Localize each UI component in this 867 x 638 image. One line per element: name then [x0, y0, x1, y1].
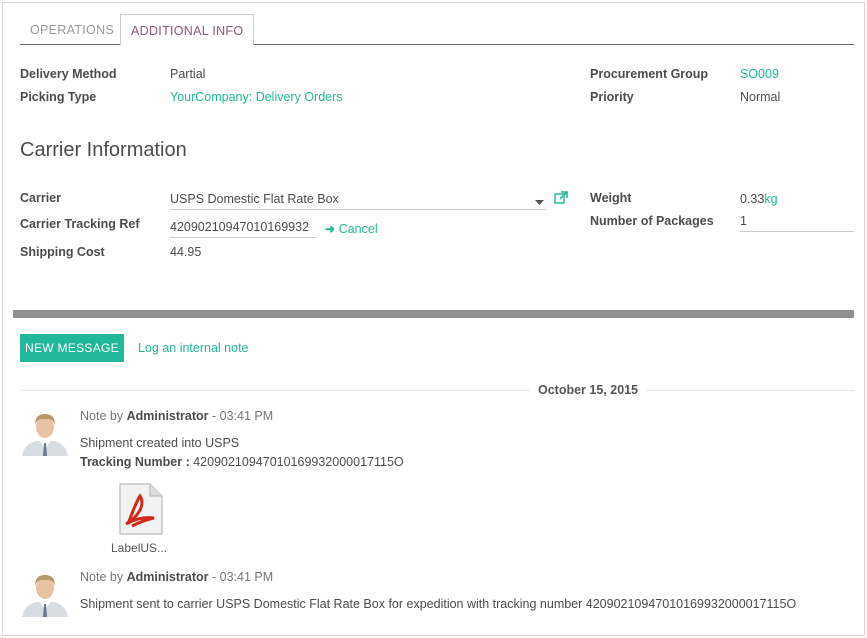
carrier-select-value: USPS Domestic Flat Rate Box [170, 192, 339, 206]
tab-additional-info[interactable]: ADDITIONAL INFO [120, 14, 255, 46]
tracking-ref-label: Carrier Tracking Ref [20, 217, 140, 231]
new-message-button[interactable]: NEW MESSAGE [20, 334, 124, 362]
weight-value: 0.33 [740, 192, 765, 206]
message-time: - 03:41 PM [212, 409, 274, 423]
message-author[interactable]: Administrator [127, 409, 209, 423]
packages-label: Number of Packages [590, 214, 714, 228]
procurement-group-link[interactable]: SO009 [740, 67, 779, 81]
message-meta: Note by Administrator - 03:41 PM [80, 570, 273, 584]
external-link-icon[interactable] [554, 191, 568, 207]
delivery-method-label: Delivery Method [20, 67, 117, 81]
tab-operations[interactable]: OPERATIONS [20, 14, 124, 44]
picking-type-link[interactable]: YourCompany: Delivery Orders [170, 90, 343, 104]
delivery-method-value: Partial [170, 67, 206, 81]
tracking-number-label: Tracking Number : [80, 455, 190, 469]
carrier-section-title: Carrier Information [20, 139, 187, 161]
date-label: October 15, 2015 [530, 383, 647, 397]
message-author[interactable]: Administrator [127, 570, 209, 584]
avatar [20, 569, 70, 617]
cancel-tracking-button[interactable]: ➜ Cancel [325, 221, 378, 236]
carrier-label: Carrier [20, 191, 61, 205]
shipping-cost-value: 44.95 [170, 245, 202, 259]
message-time: - 03:41 PM [212, 570, 274, 584]
attachment-name[interactable]: LabelUS... [111, 541, 167, 555]
weight-label: Weight [590, 191, 632, 205]
priority-value: Normal [740, 90, 781, 104]
carrier-select[interactable]: USPS Domestic Flat Rate Box [170, 191, 546, 210]
message-prefix: Note by [80, 570, 124, 584]
message-body-line: Shipment created into USPS [80, 436, 240, 450]
tracking-ref-value: 42090210947010169932 [170, 220, 316, 238]
arrow-right-icon: ➜ [325, 222, 336, 236]
avatar [20, 408, 70, 456]
packages-input[interactable]: 1 [740, 214, 854, 232]
date-divider [20, 390, 854, 391]
chevron-down-icon [535, 194, 544, 209]
message-body-line: Shipment sent to carrier USPS Domestic F… [80, 597, 797, 611]
log-note-link[interactable]: Log an internal note [138, 341, 249, 355]
pdf-attachment[interactable] [118, 482, 163, 535]
priority-label: Priority [590, 90, 634, 104]
cancel-label: Cancel [338, 222, 378, 236]
message-meta: Note by Administrator - 03:41 PM [80, 409, 273, 423]
pdf-file-icon [119, 483, 163, 535]
chatter-separator [13, 310, 854, 318]
procurement-group-label: Procurement Group [590, 67, 709, 81]
tracking-number-value: 42090210947010169932000017115O [189, 455, 404, 469]
notebook-tabs: OPERATIONS ADDITIONAL INFO [20, 14, 854, 46]
weight-unit[interactable]: kg [764, 192, 777, 206]
shipping-cost-label: Shipping Cost [20, 245, 105, 259]
message-prefix: Note by [80, 409, 124, 423]
weight-field: 0.33kg [740, 191, 778, 206]
message-tracking-line: Tracking Number : 4209021094701016993200… [80, 455, 404, 469]
picking-type-label: Picking Type [20, 90, 97, 104]
